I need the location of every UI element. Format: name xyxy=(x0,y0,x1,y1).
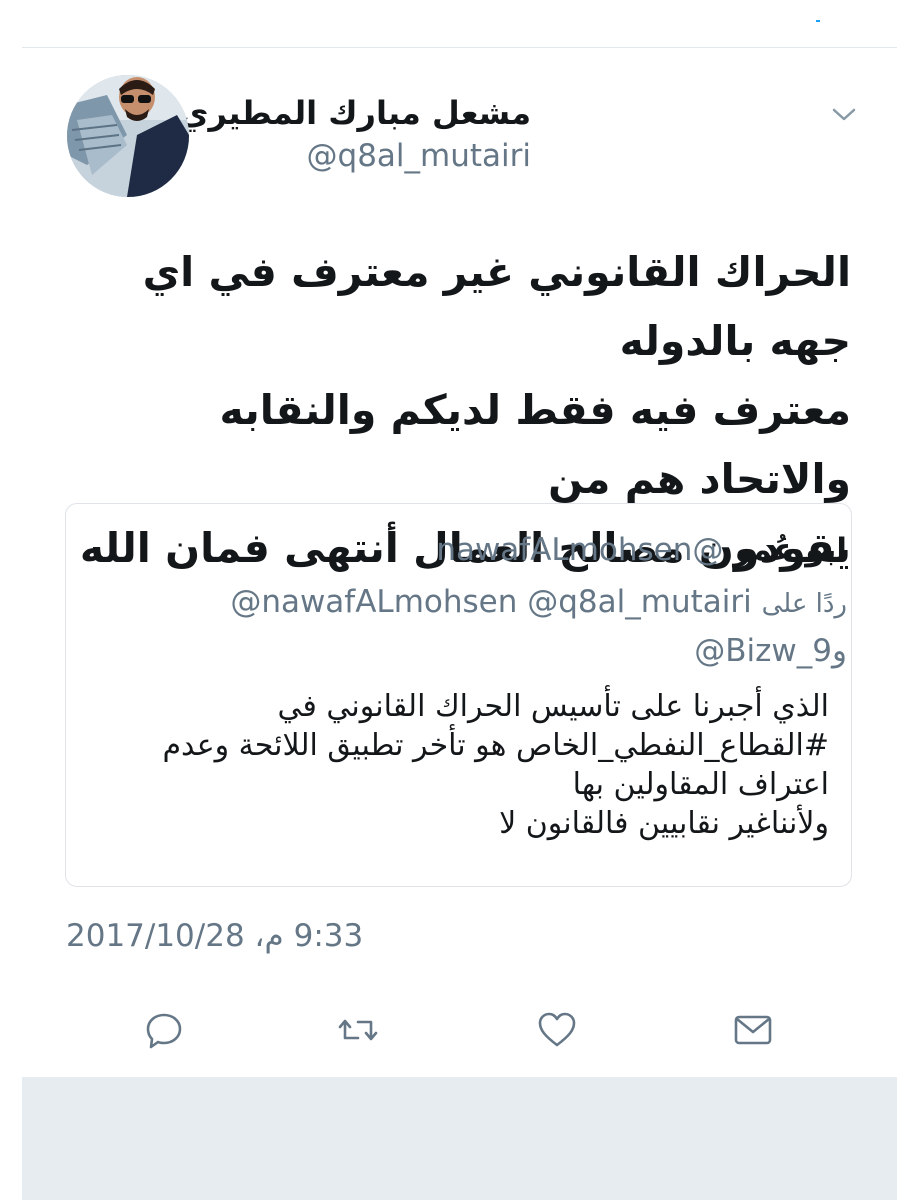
avatar[interactable] xyxy=(67,75,189,197)
envelope-icon[interactable] xyxy=(731,1008,775,1052)
reply-handle-last[interactable]: @Bizw_9 xyxy=(694,633,832,669)
quoted-tweet-text: الذي أجبرنا على تأسيس الحراك القانوني في… xyxy=(162,689,829,841)
quoted-reply-context: ردًا على @nawafALmohsen @q8al_mutairi و@… xyxy=(147,579,847,675)
quoted-tweet-header[interactable]: ابو عُمر @nawafALmohsen xyxy=(436,530,847,570)
reply-handles[interactable]: @nawafALmohsen @q8al_mutairi xyxy=(230,584,751,620)
quoted-author-handle: @nawafALmohsen xyxy=(436,532,724,568)
top-divider xyxy=(22,47,897,48)
author-name[interactable]: مشعل مبارك المطيري xyxy=(179,92,531,134)
reply-icon[interactable] xyxy=(142,1008,186,1052)
tweet-author[interactable]: مشعل مبارك المطيري @q8al_mutairi xyxy=(179,92,531,176)
retweet-icon[interactable] xyxy=(336,1008,380,1052)
accent-dot xyxy=(816,20,820,22)
reply-and: و xyxy=(832,633,847,669)
heart-icon[interactable] xyxy=(535,1008,579,1052)
quoted-author-name: ابو عُمر xyxy=(733,532,847,568)
tweet-action-bar xyxy=(0,1008,919,1056)
author-handle[interactable]: @q8al_mutairi xyxy=(179,136,531,176)
tweet-timestamp: 9:33 م، 2017/10/28 xyxy=(66,918,364,954)
chevron-down-icon[interactable] xyxy=(830,104,858,124)
reply-prefix: ردًا على xyxy=(761,589,847,619)
bottom-panel xyxy=(22,1077,897,1200)
